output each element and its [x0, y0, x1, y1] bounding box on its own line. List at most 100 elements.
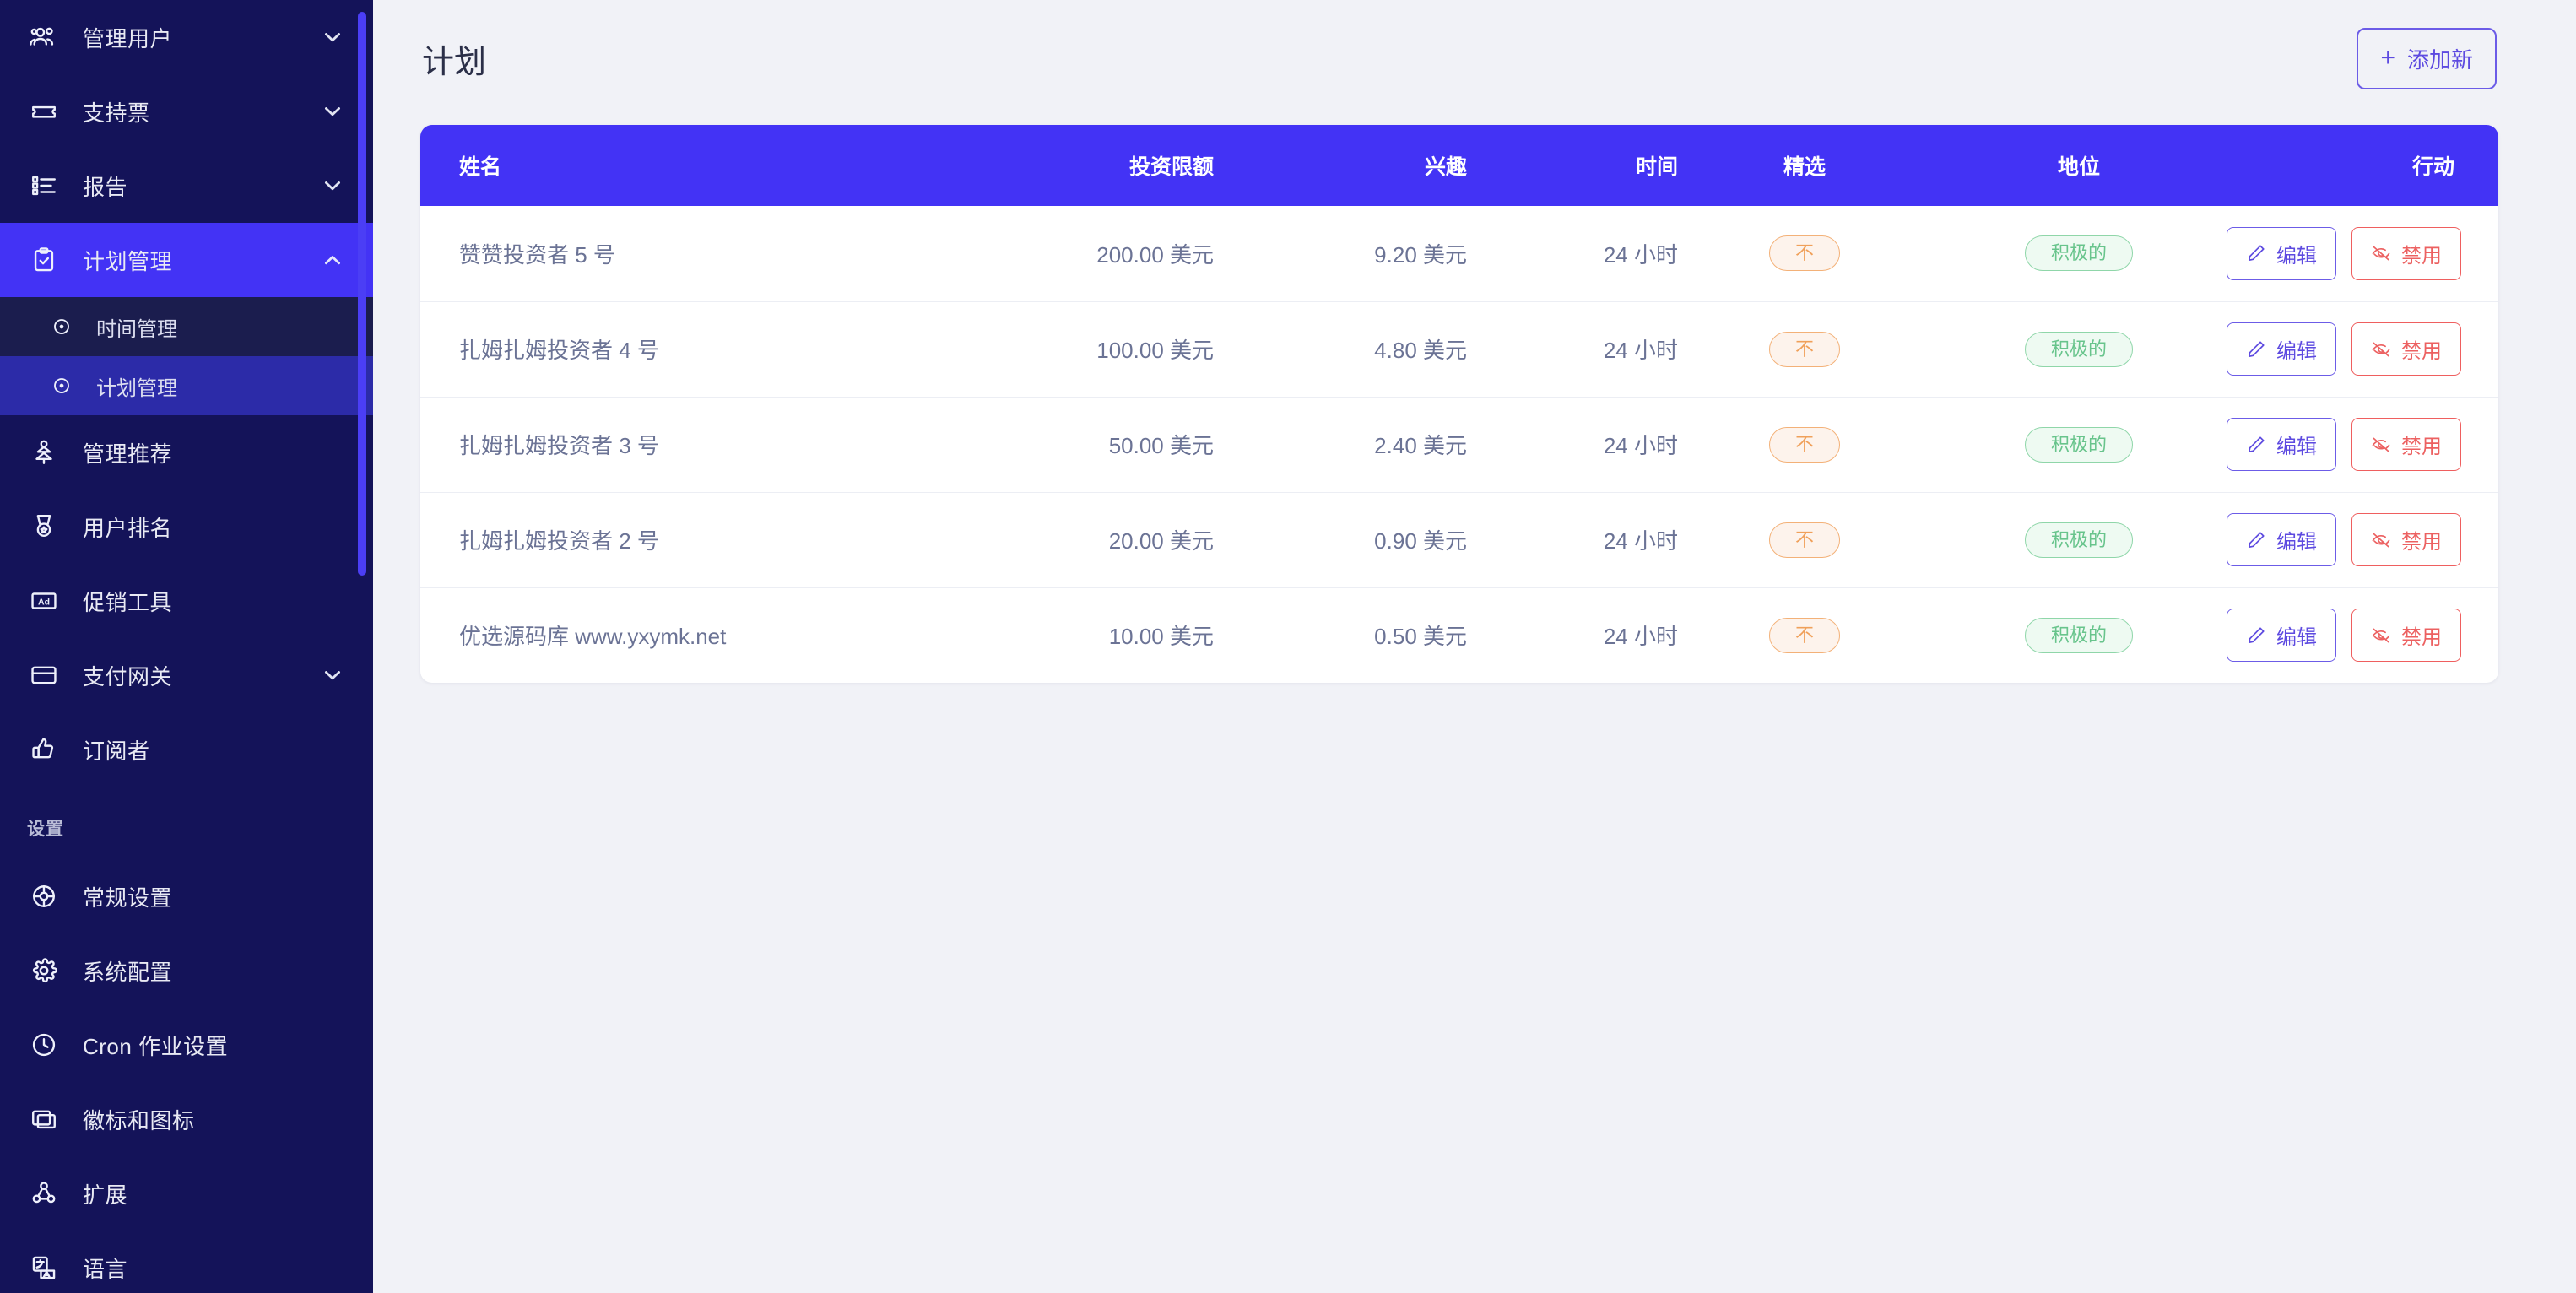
sidebar-item-计划管理[interactable]: 计划管理 — [0, 223, 373, 297]
sidebar-subitem-计划管理[interactable]: 计划管理 — [0, 356, 373, 415]
app-root: 管理用户 支持票 报告 计划管理 时间管理 计划管理 管理推荐 用户排名 Ad 促销工具 支付网关订… — [0, 0, 2576, 1293]
edit-button[interactable]: 编辑 — [2227, 609, 2336, 663]
column-header-status[interactable]: 地位 — [1931, 125, 2227, 206]
sidebar-item-label: 扩展 — [83, 1182, 128, 1208]
status-badge: 积极的 — [2024, 235, 2133, 272]
edit-button-label: 编辑 — [2276, 436, 2317, 458]
table-header-row: 姓名 投资限额 兴趣 时间 精选 地位 行动 — [420, 125, 2498, 206]
edit-button[interactable]: 编辑 — [2227, 226, 2336, 280]
sidebar-item-促销工具[interactable]: Ad 促销工具 — [0, 564, 373, 638]
disable-button[interactable]: 禁用 — [2351, 513, 2461, 566]
column-header-featured[interactable]: 精选 — [1678, 125, 1931, 206]
sidebar-scrollbar-thumb[interactable] — [358, 12, 366, 576]
add-new-button[interactable]: + 添加新 — [2357, 27, 2497, 89]
cell-time: 24 小时 — [1603, 528, 1678, 554]
cell-status: 积极的 — [1931, 301, 2227, 397]
cell-action: 编辑 禁用 — [2227, 301, 2498, 397]
thumbs-up-icon — [27, 733, 61, 766]
sidebar-item-label: 支持票 — [83, 100, 150, 126]
edit-button[interactable]: 编辑 — [2227, 513, 2336, 566]
cell-name: 扎姆扎姆投资者 2 号 — [459, 528, 659, 554]
chevron-placeholder — [321, 1107, 344, 1131]
sidebar-item-Cron 作业设置[interactable]: Cron 作业设置 — [0, 1008, 373, 1082]
column-header-action[interactable]: 行动 — [2227, 125, 2498, 206]
disable-button[interactable]: 禁用 — [2351, 226, 2461, 280]
chevron-down-icon[interactable] — [321, 25, 344, 49]
sidebar-item-徽标和图标[interactable]: 徽标和图标 — [0, 1082, 373, 1156]
chevron-placeholder — [321, 589, 344, 613]
disable-button-label: 禁用 — [2401, 340, 2442, 363]
column-header-interest[interactable]: 兴趣 — [1214, 125, 1467, 206]
sidebar-scroll-area: 管理用户 支持票 报告 计划管理 时间管理 计划管理 管理推荐 用户排名 Ad 促销工具 支付网关订… — [0, 0, 373, 1293]
cell-time: 24 小时 — [1603, 241, 1678, 268]
sidebar-item-label: 报告 — [83, 174, 128, 200]
edit-button[interactable]: 编辑 — [2227, 418, 2336, 471]
sidebar-item-订阅者[interactable]: 订阅者 — [0, 712, 373, 787]
disable-button[interactable]: 禁用 — [2351, 609, 2461, 663]
disable-button-label: 禁用 — [2401, 436, 2442, 458]
cell-status: 积极的 — [1931, 397, 2227, 492]
credit-card-icon — [27, 658, 61, 692]
column-header-name[interactable]: 姓名 — [420, 125, 935, 206]
gear-icon — [27, 954, 61, 987]
list-icon — [27, 169, 61, 203]
chevron-placeholder — [321, 1256, 344, 1279]
edit-button[interactable]: 编辑 — [2227, 322, 2336, 376]
table-row: 扎姆扎姆投资者 4 号 100.00 美元 4.80 美元 24 小时 不 积极的 编辑 禁用 — [420, 301, 2498, 397]
sidebar-item-label: 支付网关 — [83, 663, 173, 690]
cell-featured: 不 — [1678, 587, 1931, 683]
cell-name: 扎姆扎姆投资者 4 号 — [459, 338, 659, 363]
sidebar-item-报告[interactable]: 报告 — [0, 149, 373, 223]
table-row: 扎姆扎姆投资者 3 号 50.00 美元 2.40 美元 24 小时 不 积极的 编辑 禁用 — [420, 397, 2498, 492]
cell-featured: 不 — [1678, 206, 1931, 301]
sidebar-item-系统配置[interactable]: 系统配置 — [0, 933, 373, 1008]
sidebar-item-支持票[interactable]: 支持票 — [0, 74, 373, 149]
pencil-icon — [2246, 435, 2266, 455]
column-header-amount[interactable]: 投资限额 — [935, 125, 1214, 206]
sidebar-item-管理用户[interactable]: 管理用户 — [0, 0, 373, 74]
disable-button[interactable]: 禁用 — [2351, 322, 2461, 376]
chevron-placeholder — [321, 1033, 344, 1057]
images-icon — [27, 1102, 61, 1136]
status-badge: 积极的 — [2024, 331, 2133, 367]
disable-button-label: 禁用 — [2401, 531, 2442, 554]
chevron-down-icon[interactable] — [321, 100, 344, 123]
cell-time: 24 小时 — [1603, 624, 1678, 650]
chevron-up-icon[interactable] — [321, 248, 344, 272]
table-body: 赞赞投资者 5 号 200.00 美元 9.20 美元 24 小时不积极的 编辑 禁用 扎姆… — [420, 206, 2498, 683]
cell-action: 编辑 禁用 — [2227, 206, 2498, 301]
cell-action: 编辑 禁用 — [2227, 587, 2498, 683]
eye-slash-icon — [2371, 625, 2391, 646]
eye-slash-icon — [2371, 339, 2391, 360]
plans-table-card: 姓名 投资限额 兴趣 时间 精选 地位 行动 赞赞投资者 5 号 200.00 美… — [420, 125, 2498, 683]
cell-status: 积极的 — [1931, 587, 2227, 683]
chevron-down-icon[interactable] — [321, 174, 344, 197]
cell-action: 编辑 禁用 — [2227, 397, 2498, 492]
status-badge: 积极的 — [2024, 426, 2133, 463]
cell-time: 24 小时 — [1603, 338, 1678, 363]
cell-amount: 10.00 美元 — [1108, 624, 1214, 650]
sidebar-subitem-时间管理[interactable]: 时间管理 — [0, 297, 373, 356]
sidebar-subitem-label: 时间管理 — [96, 317, 177, 341]
plus-icon: + — [2380, 44, 2395, 72]
sidebar-item-label: 订阅者 — [83, 738, 150, 764]
sidebar-item-label: 计划管理 — [83, 248, 173, 274]
cell-interest: 2.40 美元 — [1374, 433, 1467, 458]
sidebar: 管理用户 支持票 报告 计划管理 时间管理 计划管理 管理推荐 用户排名 Ad 促销工具 支付网关订… — [0, 0, 373, 1293]
sidebar-item-用户排名[interactable]: 用户排名 — [0, 490, 373, 564]
cell-interest: 0.90 美元 — [1374, 528, 1467, 554]
sidebar-item-管理推荐[interactable]: 管理推荐 — [0, 415, 373, 490]
sidebar-item-支付网关[interactable]: 支付网关 — [0, 638, 373, 712]
settings-circle-icon — [27, 879, 61, 913]
sidebar-item-常规设置[interactable]: 常规设置 — [0, 859, 373, 933]
status-badge: 积极的 — [2024, 522, 2133, 558]
ad-icon: Ad — [27, 584, 61, 618]
cell-name: 赞赞投资者 5 号 — [459, 241, 615, 268]
sidebar-item-语言[interactable]: 语言 — [0, 1231, 373, 1293]
column-header-time[interactable]: 时间 — [1467, 125, 1678, 206]
disable-button[interactable]: 禁用 — [2351, 418, 2461, 471]
chevron-down-icon[interactable] — [321, 663, 344, 687]
cell-status: 积极的 — [1931, 206, 2227, 301]
sidebar-item-扩展[interactable]: 扩展 — [0, 1156, 373, 1231]
cell-status: 积极的 — [1931, 492, 2227, 587]
